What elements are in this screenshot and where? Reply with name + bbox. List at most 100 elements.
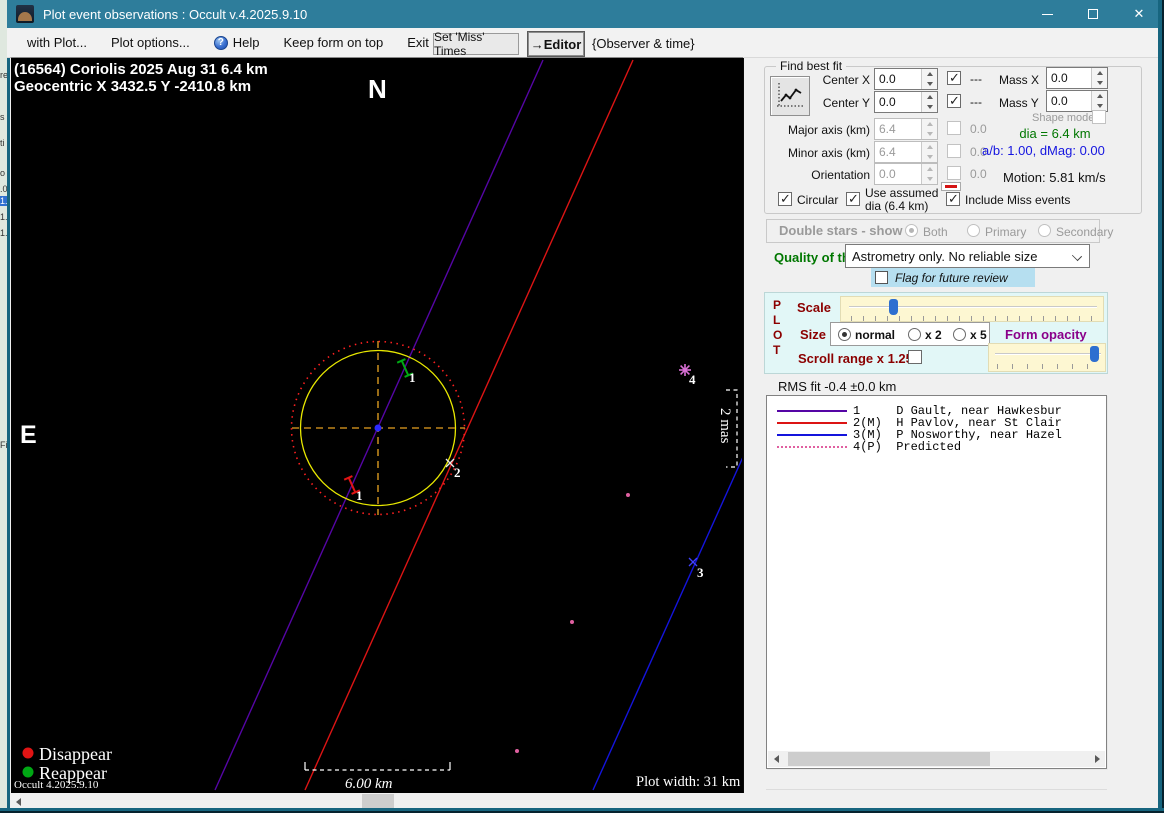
observer-listbox[interactable]: 1 D Gault, near Hawkesbur 2(M) H Pavlov,…: [766, 395, 1107, 769]
center-x-input[interactable]: 0.0: [874, 68, 938, 90]
hscroll-thumb[interactable]: [362, 794, 394, 809]
menu-plot-options[interactable]: Plot options...: [99, 28, 202, 57]
scale-slider-thumb[interactable]: [889, 299, 898, 315]
mass-x-input[interactable]: 0.0: [1046, 67, 1108, 89]
minimize-icon: [1041, 13, 1053, 15]
major-axis-spinner[interactable]: [921, 119, 937, 139]
chord-1-line-swatch: [777, 410, 847, 412]
scroll-range-checkbox[interactable]: [908, 350, 922, 364]
center-x-dash: ---: [970, 72, 982, 86]
east-label: E: [20, 421, 37, 449]
center-y-label: Center Y: [822, 96, 870, 110]
maximize-button[interactable]: [1070, 0, 1116, 28]
opacity-slider[interactable]: [988, 343, 1106, 372]
major-axis-input[interactable]: 6.4: [874, 118, 938, 140]
sliver-text: o: [0, 168, 6, 178]
chord-3-line-swatch: [777, 434, 847, 436]
include-miss-checkbox[interactable]: [946, 191, 960, 207]
circular-label: Circular: [797, 193, 839, 207]
mass-y-input[interactable]: 0.0: [1046, 90, 1108, 112]
sliver-text: 1.: [0, 228, 7, 238]
close-button[interactable]: ✕: [1116, 0, 1162, 28]
form-opacity-label: Form opacity: [1005, 327, 1087, 342]
size-radio-group: normal x 2 x 5: [830, 322, 990, 346]
size-x5-radio[interactable]: [953, 328, 966, 341]
title-bar[interactable]: Plot event observations : Occult v.4.202…: [7, 0, 1162, 28]
chord-2-line-swatch: [777, 422, 847, 424]
shape-model-label: Shape model: [1032, 112, 1097, 124]
quality-value: Astrometry only. No reliable size: [852, 248, 1038, 264]
menu-help[interactable]: ? Help: [202, 28, 272, 57]
center-x-checkbox[interactable]: [947, 70, 961, 86]
chord-2-pavlov: [304, 59, 634, 791]
editor-button[interactable]: →Editor: [527, 31, 585, 57]
major-axis-checkbox[interactable]: [947, 121, 961, 135]
sliver-selected-row: 1.: [0, 196, 7, 206]
occultation-plot-canvas[interactable]: 1 1 2 3 4 (16564) Coriolis 2025 Aug 31 6…: [10, 57, 744, 793]
flag-review-row: Flag for future review: [871, 268, 1035, 287]
predicted-dot: [515, 749, 519, 753]
major-axis-alt: 0.0: [970, 122, 987, 136]
size-normal-radio[interactable]: [838, 328, 851, 341]
set-miss-times-button[interactable]: Set 'Miss' Times: [433, 30, 519, 58]
size-label: Size: [800, 327, 827, 342]
opacity-slider-track[interactable]: [995, 353, 1101, 355]
chevron-down-icon: [1071, 250, 1083, 262]
dia-label: dia = 6.4 km: [1019, 126, 1091, 141]
shape-model-checkbox[interactable]: [1092, 110, 1106, 124]
scroll-right-arrow-icon[interactable]: [1089, 751, 1105, 767]
menu-help-label: Help: [232, 35, 260, 50]
listbox-hscrollbar[interactable]: [768, 751, 1105, 767]
motion-label: Motion: 5.81 km/s: [1003, 170, 1106, 185]
minor-axis-spinner[interactable]: [921, 142, 937, 162]
reappear-legend-dot: [22, 766, 34, 778]
flag-review-checkbox[interactable]: [875, 271, 888, 284]
find-best-fit-label: Find best fit: [776, 59, 847, 73]
opacity-slider-thumb[interactable]: [1090, 346, 1099, 362]
mass-y-spinner[interactable]: [1091, 91, 1107, 111]
orientation-spinner[interactable]: [921, 164, 937, 184]
chord-3-nosworthy: [592, 456, 744, 791]
legend-disappear: Disappear: [39, 744, 112, 764]
listbox-hscroll-thumb[interactable]: [788, 752, 990, 766]
mass-x-spinner[interactable]: [1091, 68, 1107, 88]
scale-slider-ticks: [851, 316, 1097, 321]
size-x2-radio[interactable]: [908, 328, 921, 341]
use-assumed-label2: dia (6.4 km): [865, 199, 929, 213]
scale-slider[interactable]: [840, 296, 1104, 322]
center-y-checkbox[interactable]: [947, 93, 961, 109]
center-y-spinner[interactable]: [921, 92, 937, 112]
application-window: re s ti o .0 1. 1. 1. Fil Plot event obs…: [0, 0, 1164, 813]
menu-with-plot[interactable]: with Plot...: [15, 28, 99, 57]
radio-secondary-label: Secondary: [1056, 225, 1114, 239]
center-x-label: Center X: [822, 73, 870, 87]
rms-fit-label: RMS fit -0.4 ±0.0 km: [778, 379, 897, 394]
orientation-input[interactable]: 0.0: [874, 163, 938, 185]
minor-axis-input[interactable]: 6.4: [874, 141, 938, 163]
minor-axis-checkbox[interactable]: [947, 144, 961, 158]
radio-both[interactable]: [905, 224, 918, 237]
scale-slider-track[interactable]: [849, 306, 1097, 308]
disappear-legend-dot: [22, 747, 34, 759]
quality-combobox[interactable]: Astrometry only. No reliable size: [845, 244, 1090, 268]
scroll-left-arrow-icon[interactable]: [768, 751, 784, 767]
observer-row[interactable]: 4(P) Predicted: [777, 440, 1106, 454]
orientation-label: Orientation: [811, 168, 870, 182]
center-y-input[interactable]: 0.0: [874, 91, 938, 113]
orientation-checkbox[interactable]: [947, 166, 961, 180]
size-x2-label: x 2: [925, 328, 942, 342]
observer-time-label: {Observer & time}: [592, 36, 695, 51]
circular-checkbox[interactable]: [778, 191, 792, 207]
close-icon: ✕: [1133, 6, 1145, 21]
menu-keep-on-top[interactable]: Keep form on top: [272, 28, 396, 57]
radio-secondary[interactable]: [1038, 224, 1051, 237]
radio-primary[interactable]: [967, 224, 980, 237]
mass-x-label: Mass X: [999, 73, 1040, 87]
minimize-button[interactable]: [1024, 0, 1070, 28]
use-assumed-label1: Use assumed: [865, 186, 939, 200]
north-label: N: [368, 74, 387, 104]
plot-width-label: Plot width: 31 km: [636, 774, 741, 790]
sliver-text: 1.: [0, 212, 7, 222]
center-x-spinner[interactable]: [921, 69, 937, 89]
use-assumed-checkbox[interactable]: [846, 191, 860, 207]
